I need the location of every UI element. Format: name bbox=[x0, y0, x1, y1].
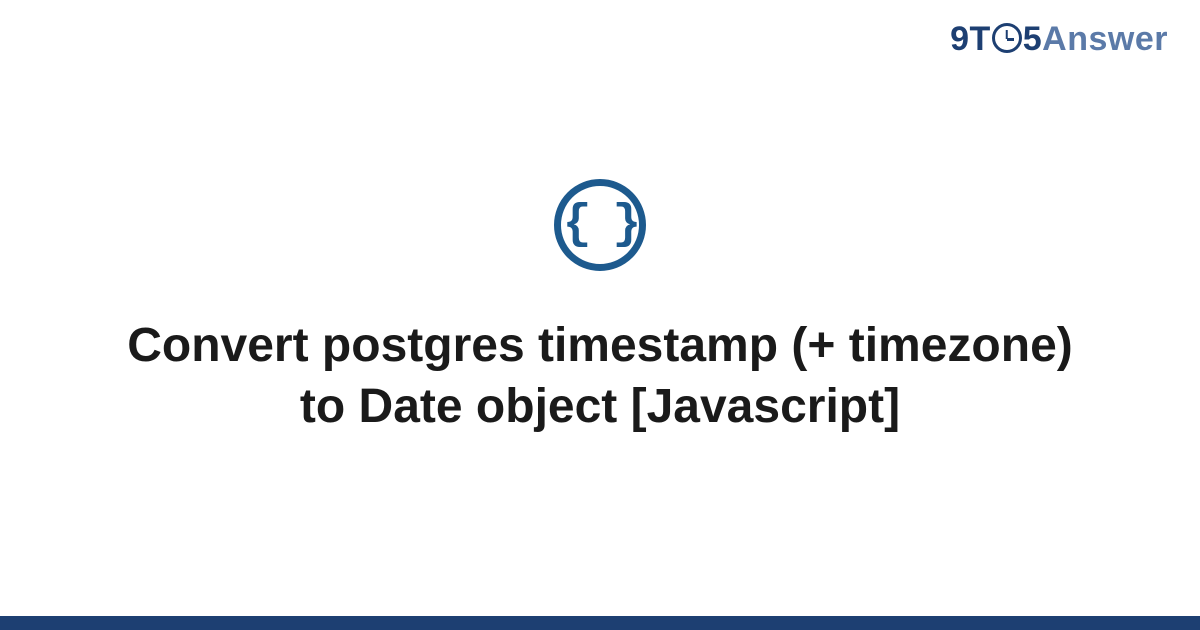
icon-glyph: { } bbox=[563, 201, 637, 249]
page-title: Convert postgres timestamp (+ timezone) … bbox=[120, 315, 1080, 438]
social-card: 9T5Answer { } Convert postgres timestamp… bbox=[0, 0, 1200, 630]
footer-accent-bar bbox=[0, 616, 1200, 630]
content-center: { } Convert postgres timestamp (+ timezo… bbox=[0, 0, 1200, 630]
code-braces-icon: { } bbox=[554, 179, 646, 271]
